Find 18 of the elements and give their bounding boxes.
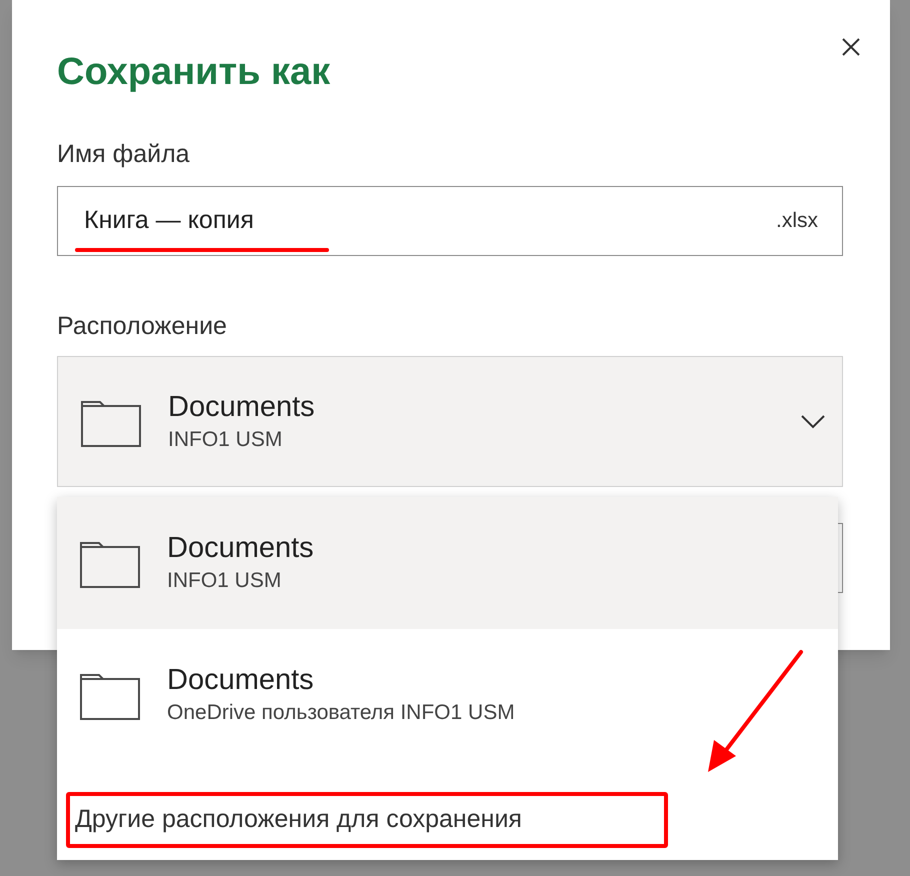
option-name: Documents <box>167 663 314 698</box>
more-locations-link[interactable]: Другие расположения для сохранения <box>75 803 522 835</box>
location-account: INFO1 USM <box>168 426 282 452</box>
file-name-field[interactable]: Книга — копия .xlsx <box>57 186 843 256</box>
file-name-value: Книга — копия <box>84 205 254 236</box>
file-name-label: Имя файла <box>57 139 190 170</box>
option-name: Documents <box>167 531 314 566</box>
location-label: Расположение <box>57 311 227 342</box>
location-dropdown[interactable]: Documents INFO1 USM <box>57 356 843 487</box>
file-extension-text: .xlsx <box>776 208 818 234</box>
chevron-icon <box>800 414 826 430</box>
close-icon <box>841 37 861 57</box>
dialog-title: Сохранить как <box>57 50 330 95</box>
location-option[interactable]: Documents INFO1 USM <box>57 497 838 629</box>
option-account: OneDrive пользователя INFO1 USM <box>167 700 515 726</box>
location-option[interactable]: Documents OneDrive пользователя INFO1 USM <box>57 629 838 761</box>
option-account: INFO1 USM <box>167 568 282 594</box>
location-name: Documents <box>168 390 315 424</box>
